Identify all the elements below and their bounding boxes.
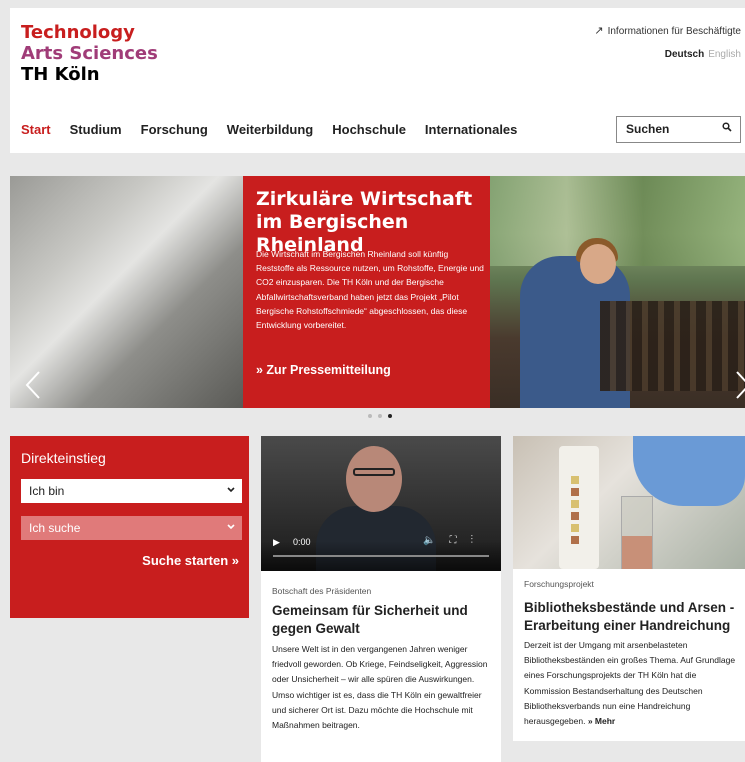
arsenic-test-photo [513, 436, 745, 569]
hero-image-greenhouse [490, 176, 745, 408]
more-link[interactable]: » Mehr [588, 716, 615, 726]
logo[interactable]: Technology Arts Sciences TH Köln [21, 22, 158, 85]
card-title[interactable]: Gemeinsam für Sicherheit und gegen Gewal… [272, 602, 494, 638]
slider-dot-3-active[interactable] [388, 414, 392, 418]
chevron-down-icon [227, 524, 235, 530]
nav-item-hochschule[interactable]: Hochschule [332, 122, 406, 137]
hero-body: Die Wirtschaft im Bergischen Rheinland s… [256, 249, 484, 331]
photo-liquid [622, 536, 652, 569]
language-switch: Deutsch English [665, 49, 741, 60]
search-label: Suchen [626, 122, 670, 136]
photo-test-strip [571, 476, 579, 546]
slider-prev-icon[interactable] [24, 370, 42, 400]
hero-slider: Zirkuläre Wirtschaft im Bergischen Rhein… [10, 176, 745, 408]
hero-teaser: Zirkuläre Wirtschaft im Bergischen Rhein… [243, 176, 490, 408]
ich-bin-value: Ich bin [29, 484, 65, 498]
slider-dot-2[interactable] [378, 414, 382, 418]
search-start-button[interactable]: Suche starten » [142, 553, 239, 568]
logo-line-technology: Technology [21, 22, 135, 43]
direkteinstieg-title: Direkteinstieg [21, 450, 106, 466]
nav-item-studium[interactable]: Studium [70, 122, 122, 137]
ich-suche-select[interactable]: Ich suche [21, 516, 242, 540]
search-icon[interactable] [722, 122, 732, 132]
news-card-research[interactable]: Forschungsprojekt Bibliotheksbestände un… [513, 436, 745, 741]
slider-dot-1[interactable] [368, 414, 372, 418]
nav-item-internationales[interactable]: Internationales [425, 122, 517, 137]
site-header: Technology Arts Sciences TH Köln ↗ Inform… [10, 8, 745, 153]
card-kicker: Botschaft des Präsidenten [272, 586, 372, 596]
lang-de-link[interactable]: Deutsch [665, 49, 704, 60]
employee-info-label: Informationen für Beschäftigte [607, 26, 741, 37]
ich-suche-value: Ich suche [29, 521, 81, 535]
nav-item-forschung[interactable]: Forschung [141, 122, 208, 137]
card-body-text: Derzeit ist der Umgang mit arsenbelastet… [524, 640, 736, 727]
card-body: Derzeit ist der Umgang mit arsenbelastet… [524, 638, 742, 729]
video-time: 0:00 [293, 537, 311, 547]
slider-dots [368, 414, 392, 418]
chevron-down-icon [227, 487, 235, 493]
logo-line-th-koeln: TH Köln [21, 64, 100, 85]
video-person-glasses [353, 468, 395, 476]
plant-trays [600, 301, 745, 391]
video-player[interactable]: ▶ 0:00 🔈⛶⋮ [261, 436, 501, 571]
video-control-icons[interactable]: 🔈⛶⋮ [423, 535, 487, 546]
hero-press-link[interactable]: » Zur Pressemitteilung [256, 363, 391, 377]
main-nav: Start Studium Forschung Weiterbildung Ho… [21, 122, 536, 137]
play-icon[interactable]: ▶ [273, 537, 280, 548]
employee-info-link[interactable]: ↗ Informationen für Beschäftigte [594, 24, 741, 37]
search-box[interactable]: Suchen [616, 116, 741, 143]
ich-bin-select[interactable]: Ich bin [21, 479, 242, 503]
external-arrow-icon: ↗ [594, 25, 604, 37]
direkteinstieg-box: Direkteinstieg Ich bin Ich suche Suche s… [10, 436, 249, 618]
nav-item-start[interactable]: Start [21, 122, 51, 137]
greenhouse-person-head [580, 244, 616, 284]
video-person-face [346, 446, 402, 512]
slider-next-icon[interactable] [734, 370, 745, 400]
card-kicker: Forschungsprojekt [524, 579, 594, 589]
news-card-president[interactable]: ▶ 0:00 🔈⛶⋮ Botschaft des Präsidenten Gem… [261, 436, 501, 762]
video-progress[interactable] [273, 555, 489, 557]
greenhouse-plants [490, 176, 745, 266]
photo-test-tube [559, 446, 599, 569]
card-body: Unsere Welt ist in den vergangenen Jahre… [272, 644, 488, 731]
card-title[interactable]: Bibliotheksbestände und Arsen - Erarbeit… [524, 599, 742, 635]
nav-item-weiterbildung[interactable]: Weiterbildung [227, 122, 313, 137]
lang-en-link[interactable]: English [708, 49, 741, 60]
hero-image-machine [10, 176, 243, 408]
logo-line-arts-sciences: Arts Sciences [21, 43, 158, 64]
